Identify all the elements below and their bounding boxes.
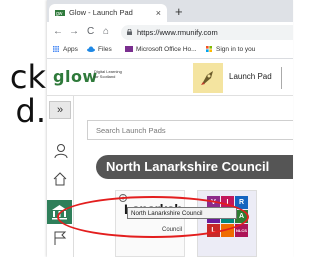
navigation-bar: ← → C ⌂ https://www.rmunify.com	[47, 22, 293, 42]
slide-text-line-1: ck	[9, 60, 46, 94]
bookmark-apps[interactable]: Apps	[52, 42, 78, 58]
reload-icon[interactable]: C	[87, 25, 94, 39]
council-title-banner: North Lanarkshire Council	[96, 155, 293, 179]
glow-logo[interactable]: glow	[53, 67, 98, 86]
home-icon[interactable]: ⌂	[103, 25, 109, 39]
glow-header: glow Digital Learning for Scotland Launc…	[47, 59, 293, 96]
tab-title: Glow - Launch Pad	[69, 8, 133, 17]
search-launch-pads-input[interactable]: Search Launch Pads	[87, 120, 293, 140]
svg-text:gw: gw	[56, 11, 63, 16]
tab-close-icon[interactable]: ×	[156, 4, 161, 22]
rocket-icon	[201, 71, 213, 85]
url-text: https://www.rmunify.com	[137, 28, 218, 37]
new-tab-button[interactable]: +	[175, 4, 183, 20]
header-divider	[281, 67, 282, 89]
tab-bar: gw Glow - Launch Pad × +	[47, 0, 293, 22]
home-outline-icon[interactable]	[52, 171, 68, 187]
bookmark-files[interactable]: Files	[87, 42, 112, 58]
bookmark-microsoft-office[interactable]: Microsoft Office Ho...	[125, 42, 197, 58]
launch-pad-label[interactable]: Launch Pad	[229, 72, 272, 81]
bookmark-apps-label: Apps	[63, 46, 78, 53]
apps-grid-icon	[53, 46, 59, 53]
back-icon[interactable]: ←	[53, 25, 63, 39]
tab-glow-launch-pad[interactable]: gw Glow - Launch Pad ×	[49, 4, 167, 22]
highlight-ellipse	[57, 196, 249, 238]
launch-pad-tab[interactable]	[193, 63, 223, 93]
bookmark-files-label: Files	[98, 46, 112, 53]
lock-icon	[127, 29, 132, 35]
office-icon	[125, 46, 133, 53]
bookmarks-bar: Apps Files Microsoft Office Ho... Sign i…	[47, 42, 293, 59]
bookmark-sign-in[interactable]: Sign in to you	[205, 42, 255, 58]
bookmark-sign-in-label: Sign in to you	[216, 46, 256, 53]
left-rail: »	[47, 96, 74, 257]
forward-icon[interactable]: →	[69, 25, 79, 39]
user-icon[interactable]	[53, 143, 69, 159]
glow-tagline: Digital Learning for Scotland	[94, 69, 122, 79]
slide-text-line-2: d.	[15, 94, 46, 128]
microsoft-logo-icon	[206, 46, 212, 53]
browser-window: gw Glow - Launch Pad × + ← → C ⌂ https:/…	[47, 0, 293, 257]
flag-icon[interactable]	[52, 230, 68, 246]
bookmark-office-label: Microsoft Office Ho...	[136, 46, 197, 53]
glow-favicon-icon: gw	[55, 10, 65, 16]
expand-rail-button[interactable]: »	[49, 101, 71, 119]
cloud-icon	[87, 46, 95, 53]
address-bar[interactable]: https://www.rmunify.com	[121, 25, 293, 40]
